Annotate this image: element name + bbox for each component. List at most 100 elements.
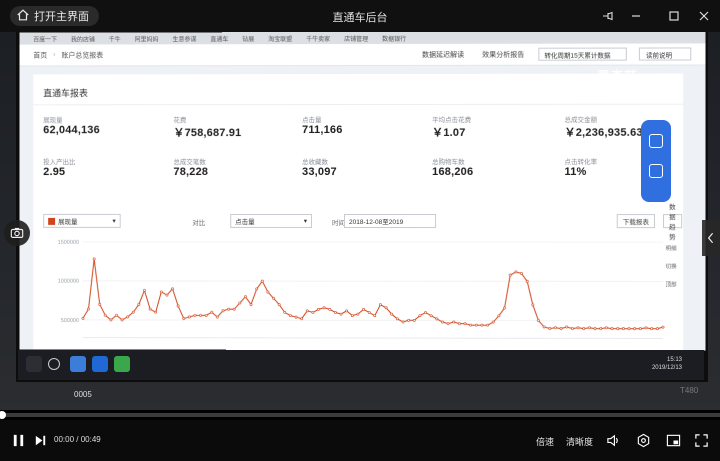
date-range-picker[interactable]: 2018-12-08至2019 bbox=[344, 214, 436, 228]
data-point[interactable] bbox=[132, 311, 134, 313]
metric-roi[interactable]: 投入产出比 2.95 bbox=[43, 156, 162, 178]
data-point[interactable] bbox=[82, 317, 84, 319]
data-point[interactable] bbox=[622, 328, 624, 330]
data-point[interactable] bbox=[194, 314, 196, 316]
search-icon[interactable] bbox=[48, 358, 60, 370]
data-point[interactable] bbox=[272, 297, 274, 299]
data-point[interactable] bbox=[656, 328, 658, 330]
data-point[interactable] bbox=[391, 313, 393, 315]
taskbar-clock[interactable]: 15:13 2019/12/13 bbox=[652, 356, 682, 372]
data-point[interactable] bbox=[362, 308, 364, 310]
data-point[interactable] bbox=[628, 328, 630, 330]
data-point[interactable] bbox=[470, 324, 472, 326]
data-point[interactable] bbox=[639, 328, 641, 330]
data-point[interactable] bbox=[93, 258, 95, 260]
floating-tool-widget[interactable] bbox=[641, 120, 671, 202]
widget-tool-icon[interactable] bbox=[649, 164, 663, 178]
data-point[interactable] bbox=[104, 314, 106, 316]
data-point[interactable] bbox=[447, 323, 449, 325]
data-point[interactable] bbox=[368, 311, 370, 313]
windows-start-icon[interactable] bbox=[26, 356, 42, 372]
data-point[interactable] bbox=[520, 272, 522, 274]
data-point[interactable] bbox=[261, 280, 263, 282]
taskbar-app-icon[interactable] bbox=[92, 356, 108, 372]
metric-avg-click-cost[interactable]: 平均点击花费 ￥1.07 bbox=[432, 114, 552, 140]
data-point[interactable] bbox=[651, 328, 653, 330]
data-point[interactable] bbox=[222, 310, 224, 312]
data-point[interactable] bbox=[441, 321, 443, 323]
bookmark-item[interactable]: 千牛 bbox=[109, 34, 121, 43]
data-point[interactable] bbox=[284, 311, 286, 313]
bookmark-item[interactable]: 数据银行 bbox=[382, 33, 406, 42]
metric-spend[interactable]: 花费 ￥758,687.91 bbox=[173, 114, 293, 140]
data-point[interactable] bbox=[408, 319, 410, 321]
close-icon[interactable] bbox=[694, 6, 714, 26]
data-point[interactable] bbox=[267, 291, 269, 293]
data-point[interactable] bbox=[205, 314, 207, 316]
data-point[interactable] bbox=[323, 307, 325, 309]
data-point[interactable] bbox=[464, 323, 466, 325]
fullscreen-icon[interactable] bbox=[692, 430, 710, 450]
picture-in-picture-icon[interactable] bbox=[664, 430, 682, 450]
data-point[interactable] bbox=[211, 311, 213, 313]
bookmark-item[interactable]: 千牛卖家 bbox=[306, 34, 330, 43]
data-point[interactable] bbox=[138, 303, 140, 305]
data-point[interactable] bbox=[402, 321, 404, 323]
data-point[interactable] bbox=[278, 303, 280, 305]
data-point[interactable] bbox=[329, 308, 331, 310]
data-point[interactable] bbox=[481, 324, 483, 326]
data-point[interactable] bbox=[492, 321, 494, 323]
breadcrumb-home[interactable]: 首页 bbox=[33, 50, 47, 60]
download-report-button[interactable]: 下载报表 bbox=[617, 214, 655, 228]
data-point[interactable] bbox=[515, 271, 517, 273]
data-point[interactable] bbox=[594, 327, 596, 329]
data-point[interactable] bbox=[244, 296, 246, 298]
pause-icon[interactable] bbox=[8, 430, 28, 450]
metric-favorites[interactable]: 总收藏数 33,097 bbox=[302, 156, 422, 178]
data-point[interactable] bbox=[503, 307, 505, 309]
data-point[interactable] bbox=[532, 304, 534, 306]
data-point[interactable] bbox=[160, 291, 162, 293]
data-point[interactable] bbox=[453, 321, 455, 323]
data-delay-link[interactable]: 数据延迟解读 bbox=[422, 49, 464, 59]
data-point[interactable] bbox=[183, 317, 185, 319]
screenshot-camera-icon[interactable] bbox=[4, 220, 30, 246]
data-point[interactable] bbox=[379, 304, 381, 306]
data-point[interactable] bbox=[560, 327, 562, 329]
metric-clicks[interactable]: 点击量 711,166 bbox=[302, 114, 422, 136]
data-point[interactable] bbox=[289, 314, 291, 316]
data-point[interactable] bbox=[143, 289, 145, 291]
widget-tool-icon[interactable] bbox=[649, 134, 663, 148]
compare-metric-select[interactable]: 点击量 ▾ bbox=[230, 214, 312, 228]
data-point[interactable] bbox=[611, 327, 613, 329]
data-point[interactable] bbox=[588, 327, 590, 329]
data-point[interactable] bbox=[351, 314, 353, 316]
video-frame[interactable]: 百度一下 我的店铺 千牛 阿里妈妈 生意参谋 直通车 钻展 淘宝联盟 千牛卖家 店铺管理 数据银行 … bbox=[0, 32, 720, 410]
data-point[interactable] bbox=[645, 327, 647, 329]
bookmark-item[interactable]: 直通车 bbox=[210, 34, 228, 43]
data-point[interactable] bbox=[149, 308, 151, 310]
data-point[interactable] bbox=[486, 324, 488, 326]
data-point[interactable] bbox=[155, 311, 157, 313]
data-point[interactable] bbox=[177, 305, 179, 307]
bookmark-item[interactable]: 淘宝联盟 bbox=[268, 34, 292, 43]
bookmark-item[interactable]: 钻展 bbox=[242, 34, 254, 43]
data-point[interactable] bbox=[566, 326, 568, 328]
data-point[interactable] bbox=[110, 319, 112, 321]
data-point[interactable] bbox=[200, 314, 202, 316]
data-point[interactable] bbox=[509, 274, 511, 276]
primary-metric-select[interactable]: 展现量 ▾ bbox=[43, 214, 120, 228]
bookmark-item[interactable]: 阿里妈妈 bbox=[135, 34, 159, 43]
data-point[interactable] bbox=[306, 310, 308, 312]
side-tool-detail[interactable]: 明细 bbox=[663, 244, 679, 262]
data-point[interactable] bbox=[537, 319, 539, 321]
data-point[interactable] bbox=[99, 303, 101, 305]
wechat-icon[interactable] bbox=[114, 356, 130, 372]
data-point[interactable] bbox=[475, 324, 477, 326]
data-point[interactable] bbox=[543, 326, 545, 328]
data-point[interactable] bbox=[216, 316, 218, 318]
data-point[interactable] bbox=[357, 313, 359, 315]
seek-bar[interactable] bbox=[0, 413, 720, 417]
minimize-icon[interactable] bbox=[626, 6, 646, 26]
data-point[interactable] bbox=[171, 288, 173, 290]
